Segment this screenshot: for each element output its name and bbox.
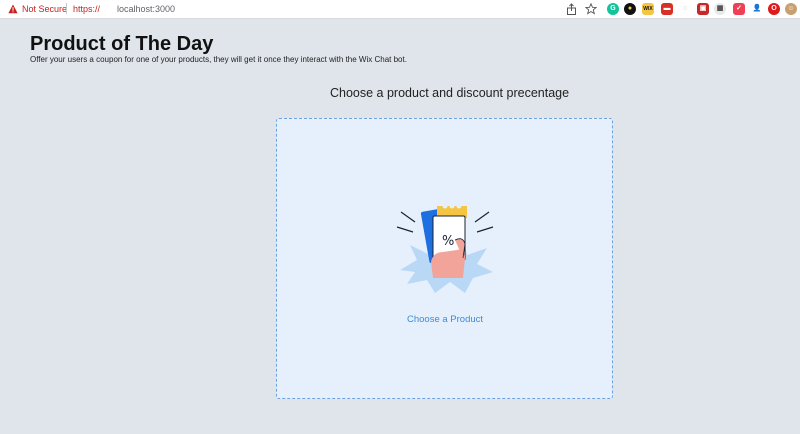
svg-text:%: % <box>442 234 454 249</box>
extension-icon[interactable]: ▣ <box>697 3 709 15</box>
warning-icon <box>8 4 18 14</box>
page-title: Product of The Day <box>30 33 214 55</box>
url-host[interactable]: localhost:3000 <box>117 4 175 14</box>
extension-icon[interactable]: ▦ <box>714 3 726 15</box>
page-subtitle: Offer your users a coupon for one of you… <box>30 55 407 64</box>
url-divider <box>66 3 67 14</box>
extension-icon[interactable]: ▬ <box>661 3 673 15</box>
choose-product-link[interactable]: Choose a Product <box>407 314 483 325</box>
profile-icon[interactable]: 👤 <box>751 3 763 15</box>
opera-icon[interactable]: O <box>768 3 780 15</box>
share-icon[interactable] <box>566 3 577 15</box>
wix-extension-icon[interactable]: WIX <box>642 3 654 15</box>
url-protocol[interactable]: https:// <box>73 4 100 14</box>
grammarly-icon[interactable]: G <box>607 3 619 15</box>
pocket-icon[interactable]: ✓ <box>733 3 745 15</box>
browser-address-bar[interactable]: Not Secure https:// localhost:3000 G ● W… <box>0 0 800 19</box>
coupon-icon: % <box>396 203 494 293</box>
extension-icon[interactable]: ◌ <box>679 3 691 15</box>
section-title: Choose a product and discount precentage <box>330 86 570 100</box>
not-secure-label[interactable]: Not Secure <box>22 4 67 14</box>
avatar[interactable]: ☺ <box>785 3 797 15</box>
extension-icon[interactable]: ● <box>624 3 636 15</box>
star-icon[interactable] <box>585 3 597 15</box>
